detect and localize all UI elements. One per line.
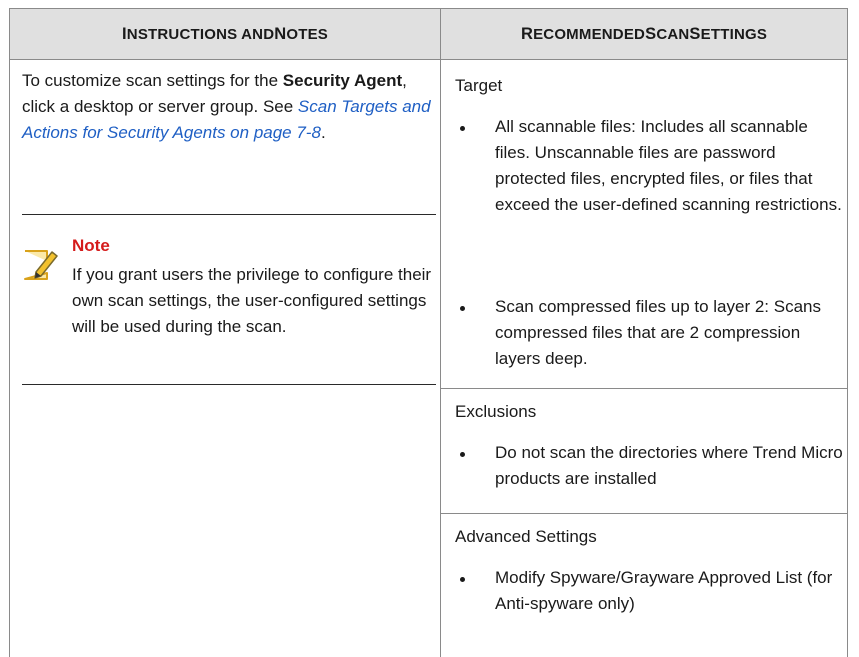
bullet (460, 452, 465, 457)
instruction-text: To customize scan settings for the (22, 71, 283, 90)
list-item: Scan compressed files up to layer 2: Sca… (495, 297, 821, 368)
divider-after-target (440, 388, 848, 389)
section-title-advanced-settings: Advanced Settings (455, 527, 597, 546)
header-recommended-scan-settings: Recommended Scan Settings (440, 8, 848, 60)
note-bottom-rule (22, 384, 436, 385)
table-column-divider (440, 60, 441, 657)
bullet (460, 126, 465, 131)
table-left-border (9, 60, 10, 657)
security-agent-bold: Security Agent (282, 71, 403, 90)
list-item: Do not scan the directories where Trend … (495, 443, 843, 488)
table-right-border (847, 60, 848, 657)
note-title: Note (72, 236, 110, 255)
note-top-rule (22, 214, 436, 215)
note-pencil-icon (24, 250, 58, 280)
instructions-text: To customize scan settings for the Secur… (22, 71, 431, 142)
divider-after-exclusions (440, 513, 848, 514)
section-title-target: Target (455, 76, 503, 95)
scan-settings-table: Instructions and Notes Recommended Scan … (9, 8, 848, 657)
list-item: Modify Spyware/Grayware Approved List (f… (495, 568, 833, 613)
section-title-exclusions: Exclusions (455, 402, 537, 421)
header-instructions-and-notes: Instructions and Notes (9, 8, 440, 60)
note-box: Note If you grant users the privilege to… (22, 214, 436, 385)
list-item: All scannable files: Includes all scanna… (495, 117, 842, 214)
bullet (460, 306, 465, 311)
bullet (460, 577, 465, 582)
note-text: If you grant users the privilege to conf… (72, 265, 432, 336)
